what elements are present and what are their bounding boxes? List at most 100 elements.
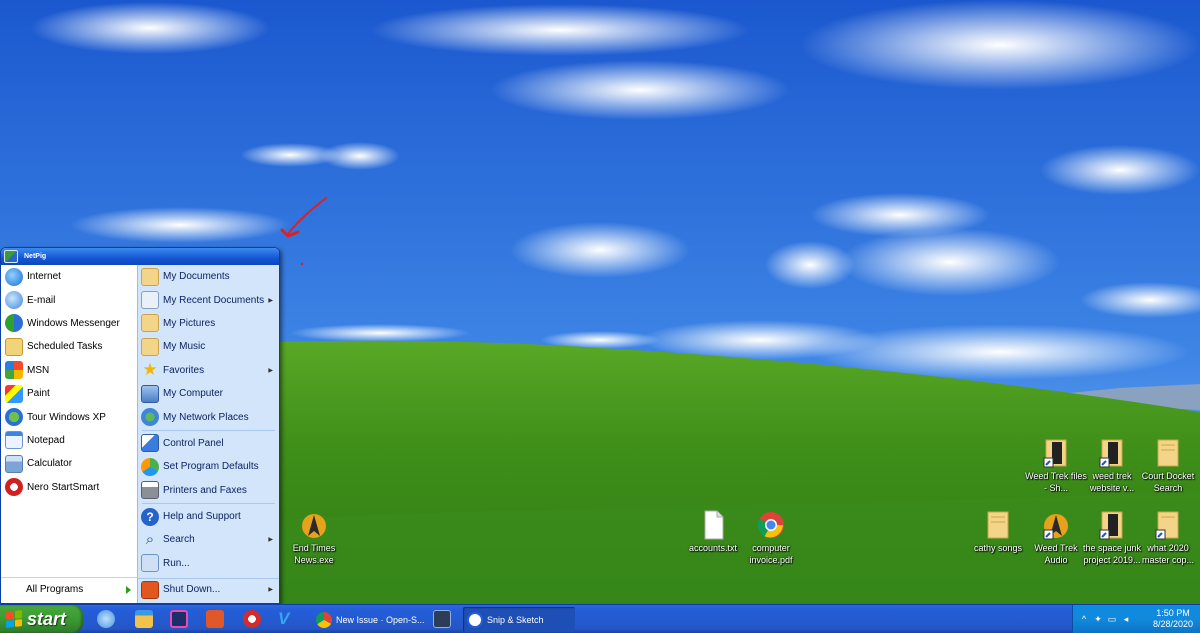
start-item-my-music[interactable]: My Music (138, 335, 279, 358)
start-menu-header: NetPig (1, 248, 279, 265)
network-icon (141, 408, 159, 427)
user-avatar (4, 250, 18, 263)
computer-icon (141, 384, 159, 403)
desktop-icon-invoice[interactable]: computer invoice.pdf (739, 510, 803, 566)
start-item-tour[interactable]: Tour Windows XP (1, 405, 137, 428)
desktop-icon-label: weed trek website v... (1089, 471, 1135, 493)
start-item-messenger[interactable]: Windows Messenger (1, 312, 137, 335)
folder-icon (982, 510, 1014, 540)
start-menu: NetPig Internet E-mail Windows Messenger… (0, 247, 280, 604)
nero-icon (5, 478, 23, 497)
taskbar: start V New Issue · Open-S... Snip & Ske… (0, 604, 1200, 633)
start-item-internet[interactable]: Internet (1, 265, 137, 288)
people-icon[interactable]: ✦ (1093, 614, 1103, 624)
desktop-icon-space-junk[interactable]: the space junk project 2019... (1080, 510, 1144, 566)
star-icon: ★ (142, 360, 158, 380)
submenu-arrow-icon: ▶ (268, 367, 273, 374)
start-item-paint[interactable]: Paint (1, 382, 137, 405)
start-item-scheduled-tasks[interactable]: Scheduled Tasks (1, 335, 137, 358)
start-item-msn[interactable]: MSN (1, 359, 137, 382)
ie-quicklaunch-icon[interactable] (97, 610, 115, 628)
green-arrow-icon (126, 585, 131, 594)
desktop-icon-label: Court Docket Search (1141, 471, 1195, 493)
folder-shortcut-icon (1096, 510, 1128, 540)
desktop-icon-label: Weed Trek Audio (1034, 543, 1078, 565)
file-explorer-icon[interactable] (135, 610, 153, 628)
desktop-icon-label: what 2020 master cop... (1141, 543, 1195, 565)
printer-icon (141, 481, 159, 500)
folder-shortcut-icon (1152, 510, 1184, 540)
desktop-icon-label: the space junk project 2019... (1082, 543, 1142, 565)
submenu-arrow-icon: ▶ (268, 587, 273, 594)
start-item-nero[interactable]: Nero StartSmart (1, 476, 137, 499)
clock-time: 1:50 PM (1156, 608, 1190, 618)
desktop-icon-label: cathy songs (973, 543, 1023, 553)
start-item-search[interactable]: ⌕ Search ▶ (138, 528, 279, 551)
start-item-my-computer[interactable]: My Computer (138, 382, 279, 405)
submenu-arrow-icon: ▶ (268, 297, 273, 304)
scheduled-tasks-icon (5, 337, 23, 356)
desktop-icon-end-times[interactable]: End Times News.exe (282, 510, 346, 566)
annotation-arrow (280, 197, 327, 266)
start-item-network-places[interactable]: My Network Places (138, 405, 279, 428)
ccleaner-icon[interactable] (243, 610, 261, 628)
folder-shortcut-icon (1096, 438, 1128, 468)
system-tray: ^ ✦ ▭ ◂ 1:50 PM 8/28/2020 (1072, 605, 1200, 633)
vlc-v-icon[interactable]: V (278, 610, 296, 628)
desktop-icon-label: Weed Trek files - Sh... (1025, 471, 1087, 493)
start-item-run[interactable]: Run... (138, 552, 279, 575)
app-window-icon[interactable] (433, 610, 451, 628)
start-item-my-documents[interactable]: My Documents (138, 265, 279, 288)
start-item-printers[interactable]: Printers and Faxes (138, 479, 279, 502)
program-defaults-icon (141, 457, 159, 476)
windows-logo-icon (6, 610, 22, 628)
internet-explorer-icon (5, 267, 23, 286)
msn-butterfly-icon (5, 361, 23, 380)
control-panel-icon (141, 434, 159, 453)
run-icon (141, 554, 159, 573)
star-trek-icon (298, 510, 330, 540)
office-icon[interactable] (206, 610, 224, 628)
start-item-email[interactable]: E-mail (1, 288, 137, 311)
music-folder-icon (141, 337, 159, 356)
text-file-icon (697, 510, 729, 540)
star-trek-icon (1040, 510, 1072, 540)
start-button[interactable]: start (0, 605, 83, 633)
taskbar-task-chrome[interactable]: New Issue · Open-S... (312, 607, 424, 632)
start-item-control-panel[interactable]: Control Panel (138, 432, 279, 455)
start-item-notepad[interactable]: Notepad (1, 429, 137, 452)
email-icon (5, 291, 23, 310)
folder-icon (141, 267, 159, 286)
help-icon: ? (141, 507, 159, 526)
start-menu-right-column: My Documents My Recent Documents ▶ My Pic… (137, 265, 279, 603)
shut-down-button[interactable]: Shut Down... ▶ (138, 577, 279, 601)
start-item-help[interactable]: ? Help and Support (138, 505, 279, 528)
messenger-icon (5, 314, 23, 333)
start-item-favorites[interactable]: ★ Favorites ▶ (138, 359, 279, 382)
paint-icon (5, 384, 23, 403)
desktop-icon-accounts[interactable]: accounts.txt (681, 510, 745, 554)
snip-sketch-icon (467, 611, 483, 628)
recent-documents-icon (141, 291, 159, 310)
all-programs-button[interactable]: All Programs (1, 577, 137, 601)
desktop-icon-what-2020[interactable]: what 2020 master cop... (1136, 510, 1200, 566)
chrome-icon (755, 510, 787, 540)
start-item-recent-documents[interactable]: My Recent Documents ▶ (138, 288, 279, 311)
desktop-icon-weed-trek-files[interactable]: Weed Trek files - Sh... (1024, 438, 1088, 494)
submenu-arrow-icon: ▶ (268, 537, 273, 544)
chevron-up-icon[interactable]: ^ (1079, 614, 1089, 624)
start-item-calculator[interactable]: Calculator (1, 452, 137, 475)
network-icon[interactable]: ▭ (1107, 614, 1117, 624)
desktop-icon-weed-trek-website[interactable]: weed trek website v... (1080, 438, 1144, 494)
desktop-icon-weed-trek-audio[interactable]: Weed Trek Audio (1024, 510, 1088, 566)
clock[interactable]: 1:50 PM 8/28/2020 (1150, 608, 1196, 630)
taskbar-task-snip-sketch[interactable]: Snip & Sketch (463, 607, 575, 632)
desktop-icon-cathy-songs[interactable]: cathy songs (966, 510, 1030, 554)
volume-icon[interactable]: ◂ (1121, 614, 1131, 624)
start-item-program-defaults[interactable]: Set Program Defaults (138, 455, 279, 478)
search-icon: ⌕ (145, 530, 155, 548)
power-icon (141, 580, 159, 599)
picsart-icon[interactable] (170, 610, 188, 628)
start-item-my-pictures[interactable]: My Pictures (138, 312, 279, 335)
desktop-icon-court-docket[interactable]: Court Docket Search (1136, 438, 1200, 494)
